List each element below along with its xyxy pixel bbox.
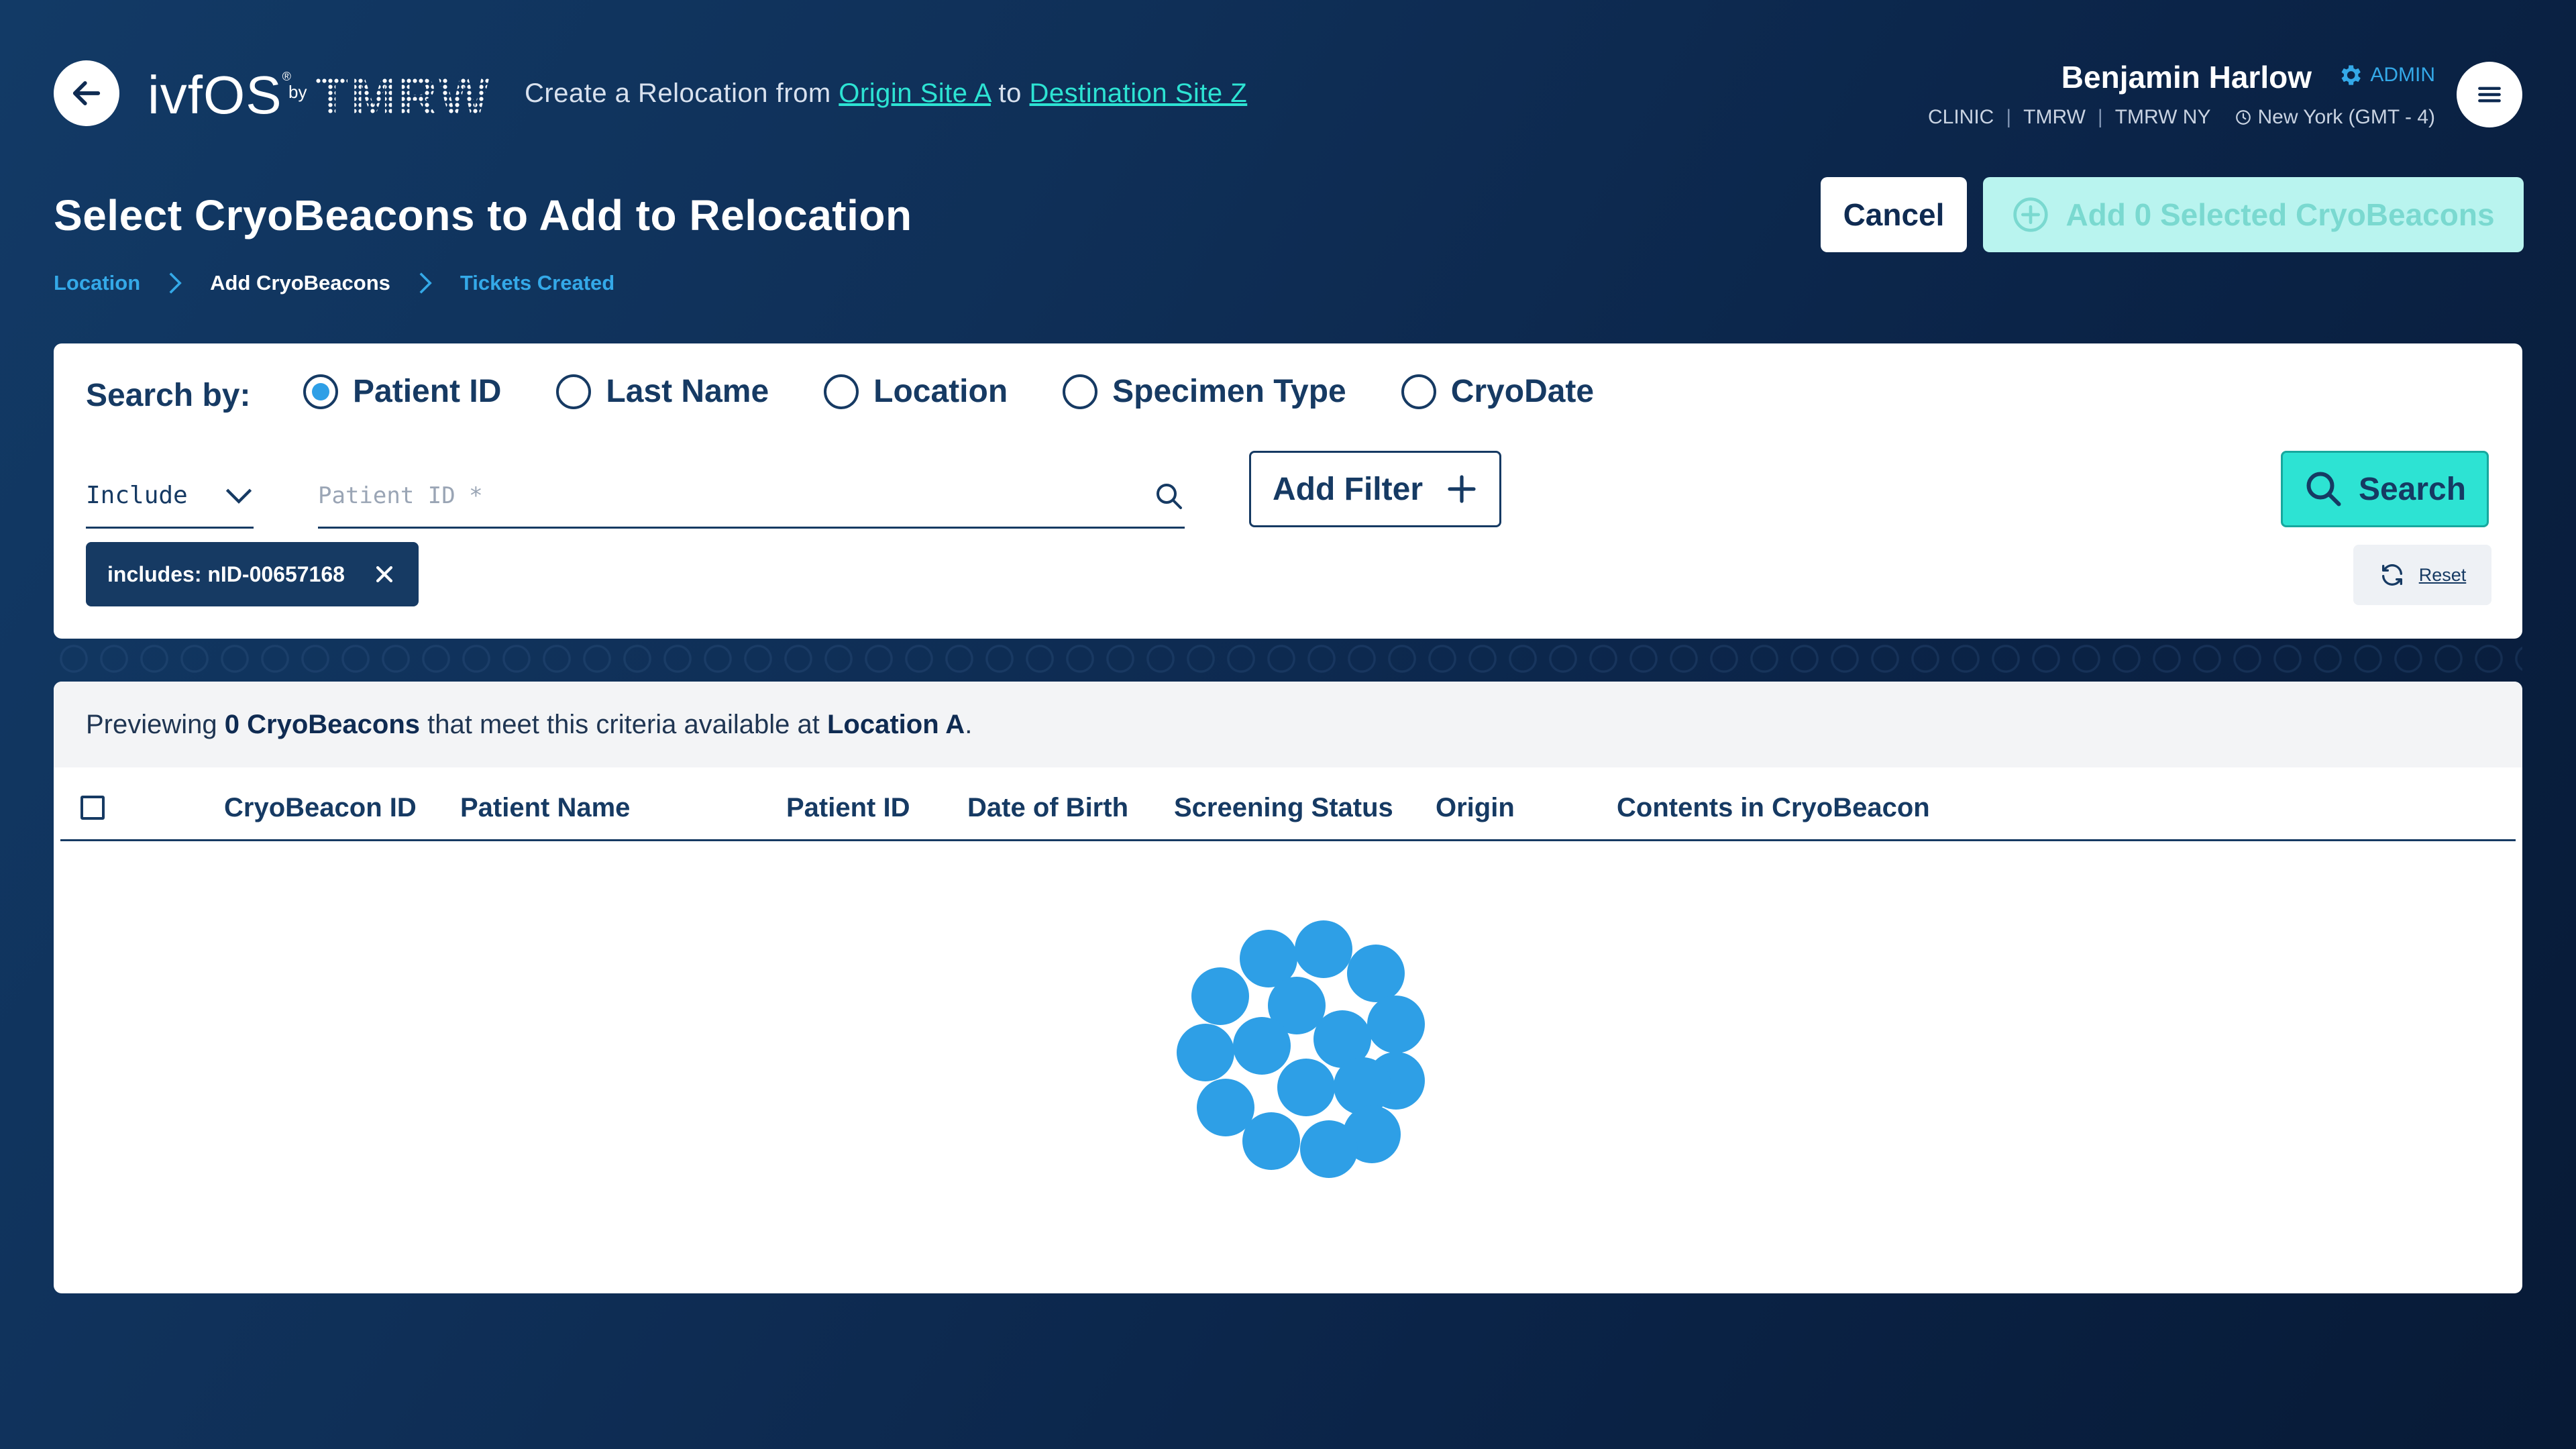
relocation-subtitle: Create a Relocation from Origin Site A t…	[525, 78, 1248, 108]
refresh-icon	[2381, 564, 2402, 586]
column-date-of-birth[interactable]: Date of Birth	[967, 793, 1128, 823]
results-panel: Previewing 0 CryoBeacons that meet this …	[54, 682, 2522, 1293]
radio-cryodate[interactable]: CryoDate	[1401, 373, 1594, 410]
column-contents[interactable]: Contents in CryoBeacon	[1617, 793, 1930, 823]
chevron-right-icon	[169, 272, 182, 294]
breadcrumb: Location Add CryoBeacons Tickets Created	[54, 271, 614, 295]
radio-button[interactable]	[556, 374, 592, 409]
user-meta: CLINIC | TMRW | TMRW NY New York (GMT - 4)	[1928, 106, 2435, 128]
column-screening-status[interactable]: Screening Status	[1174, 793, 1393, 823]
plus-icon	[1448, 475, 1476, 503]
loading-spinner	[1167, 920, 1449, 1212]
column-origin[interactable]: Origin	[1436, 793, 1515, 823]
destination-site-link[interactable]: Destination Site Z	[1030, 78, 1248, 108]
radio-button[interactable]	[1063, 374, 1098, 409]
spinner-dot	[1233, 1017, 1291, 1075]
ivfos-logo: ivfOS®	[148, 65, 292, 125]
patient-id-input[interactable]	[318, 482, 1056, 509]
spinner-dot	[1367, 996, 1425, 1053]
radio-patient-id[interactable]: Patient ID	[303, 373, 501, 410]
add-selected-button[interactable]: Add 0 Selected CryoBeacons	[1983, 177, 2524, 252]
breadcrumb-location[interactable]: Location	[54, 271, 140, 295]
hamburger-icon	[2478, 87, 2501, 103]
search-icon	[2306, 472, 2341, 506]
radio-location[interactable]: Location	[824, 373, 1008, 410]
clock-icon	[2236, 110, 2251, 125]
menu-button[interactable]	[2457, 62, 2522, 127]
admin-badge: ADMIN	[2337, 62, 2435, 89]
radio-last-name[interactable]: Last Name	[556, 373, 769, 410]
radio-button-checked[interactable]	[303, 374, 338, 409]
hex-pattern	[54, 639, 2522, 682]
column-patient-name[interactable]: Patient Name	[460, 793, 630, 823]
column-patient-id[interactable]: Patient ID	[786, 793, 910, 823]
back-button[interactable]	[54, 60, 119, 126]
spinner-dot	[1277, 1059, 1335, 1116]
breadcrumb-tickets-created[interactable]: Tickets Created	[460, 271, 614, 295]
page-title: Select CryoBeacons to Add to Relocation	[54, 191, 912, 239]
radio-button[interactable]	[824, 374, 859, 409]
radio-specimen-type[interactable]: Specimen Type	[1063, 373, 1346, 410]
search-panel: Search by: Patient ID Last Name Location…	[54, 343, 2522, 639]
spinner-dot	[1191, 967, 1249, 1025]
spinner-dot	[1300, 1120, 1358, 1178]
search-by-label: Search by:	[86, 378, 251, 413]
results-summary: Previewing 0 CryoBeacons that meet this …	[54, 682, 2522, 767]
arrow-left-icon	[72, 81, 101, 105]
radio-button[interactable]	[1401, 374, 1436, 409]
include-select[interactable]: Include	[86, 464, 254, 529]
chevron-right-icon	[419, 272, 432, 294]
tmrw-logo: TMRW	[315, 66, 492, 126]
search-by-options: Patient ID Last Name Location Specimen T…	[303, 373, 1649, 410]
user-name: Benjamin Harlow	[2061, 60, 2312, 95]
search-icon	[1157, 483, 1182, 509]
spinner-dot	[1295, 920, 1352, 978]
search-button[interactable]: Search	[2281, 451, 2489, 527]
cancel-button[interactable]: Cancel	[1821, 177, 1967, 252]
spinner-dot	[1177, 1024, 1234, 1081]
plus-circle-icon	[2013, 197, 2049, 232]
chevron-down-icon	[225, 488, 252, 504]
reset-button[interactable]: Reset	[2353, 545, 2491, 605]
spinner-dot	[1242, 1112, 1300, 1170]
breadcrumb-add-cryobeacons: Add CryoBeacons	[210, 271, 390, 294]
select-all-checkbox[interactable]	[80, 796, 105, 820]
filter-chip: includes: nID-00657168	[86, 542, 419, 606]
spinner-dot	[1347, 945, 1405, 1002]
patient-id-field[interactable]	[318, 464, 1185, 529]
column-cryobeacon-id[interactable]: CryoBeacon ID	[224, 793, 417, 823]
add-filter-button[interactable]: Add Filter	[1249, 451, 1501, 527]
table-header: CryoBeacon ID Patient Name Patient ID Da…	[60, 767, 2516, 841]
gear-icon	[2341, 65, 2361, 85]
close-icon[interactable]	[373, 563, 396, 586]
origin-site-link[interactable]: Origin Site A	[839, 78, 991, 108]
brand-by: by	[288, 82, 307, 102]
